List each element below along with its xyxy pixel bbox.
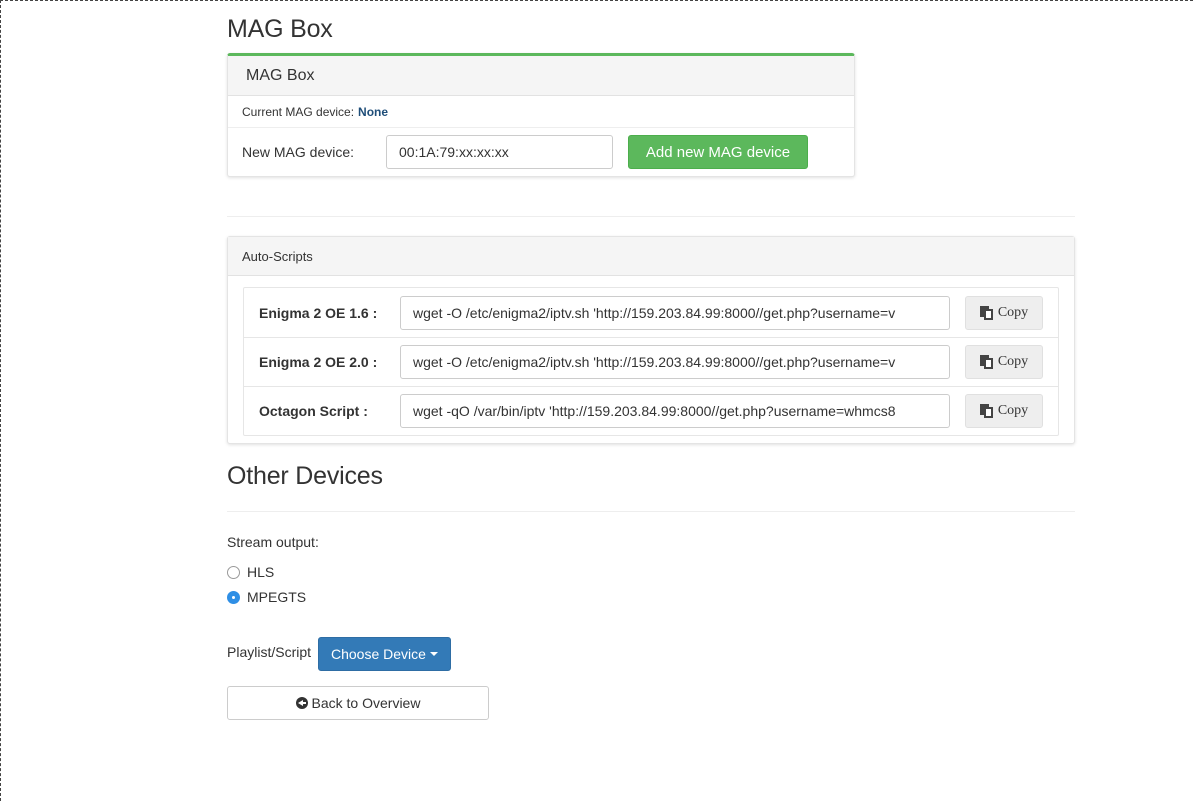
copy-button-octagon[interactable]: Copy [965,394,1043,428]
current-mag-label: Current MAG device: [242,104,355,119]
auto-scripts-heading: Auto-Scripts [228,237,1074,276]
script-input-octagon[interactable]: wget -qO /var/bin/iptv 'http://159.203.8… [400,394,950,428]
choose-device-button[interactable]: Choose Device [318,637,451,671]
script-label-octagon: Octagon Script : [259,403,368,419]
other-devices-title: Other Devices [227,462,383,490]
caret-down-icon [429,652,438,656]
script-input-enigma-16[interactable]: wget -O /etc/enigma2/iptv.sh 'http://159… [400,295,950,330]
section-divider [227,511,1075,512]
mag-panel-heading: MAG Box [228,56,854,96]
radio-option-mpegts[interactable]: MPEGTS [227,589,306,605]
auto-script-row: Enigma 2 OE 1.6 : wget -O /etc/enigma2/i… [244,288,1058,337]
script-input-enigma-20[interactable]: wget -O /etc/enigma2/iptv.sh 'http://159… [400,345,950,379]
copy-icon [979,404,994,418]
copy-icon [979,305,994,320]
choose-device-label: Choose Device [331,646,426,662]
radio-mpegts-label: MPEGTS [247,589,307,605]
radio-option-hls[interactable]: HLS [227,564,274,580]
copy-label: Copy [997,304,1029,320]
arrow-circle-left-icon [295,697,308,709]
new-mag-input[interactable]: 00:1A:79:xx:xx:xx [386,135,613,169]
copy-icon [979,355,994,369]
copy-button-enigma-20[interactable]: Copy [965,345,1043,379]
new-mag-row: New MAG device: 00:1A:79:xx:xx:xx Add ne… [228,128,854,176]
copy-button-enigma-16[interactable]: Copy [965,295,1043,330]
radio-mpegts[interactable] [227,590,240,604]
auto-script-row: Octagon Script : wget -qO /var/bin/iptv … [244,386,1058,435]
copy-label: Copy [997,354,1029,369]
back-to-overview-button[interactable]: Back to Overview [227,686,489,720]
radio-hls[interactable] [227,565,240,579]
section-divider [227,216,1075,217]
current-mag-device: Current MAG device: None [228,96,854,128]
new-mag-label: New MAG device: [242,144,355,160]
copy-label: Copy [997,403,1029,418]
auto-scripts-table: Enigma 2 OE 1.6 : wget -O /etc/enigma2/i… [243,287,1059,436]
script-label-enigma-20: Enigma 2 OE 2.0 : [259,354,378,370]
playlist-script-label: Playlist/Script [227,644,312,660]
stream-output-label: Stream output: [227,534,319,550]
current-mag-value: None [358,104,389,119]
script-label-enigma-16: Enigma 2 OE 1.6 : [259,304,378,321]
back-to-overview-label: Back to Overview [311,695,421,711]
radio-hls-label: HLS [247,564,275,580]
mag-box-panel: MAG Box Current MAG device: None New MAG… [227,53,855,177]
auto-script-row: Enigma 2 OE 2.0 : wget -O /etc/enigma2/i… [244,337,1058,386]
mag-page-title: MAG Box [227,15,333,43]
add-mag-device-button[interactable]: Add new MAG device [628,135,808,169]
auto-scripts-panel: Auto-Scripts Enigma 2 OE 1.6 : wget -O /… [227,236,1075,444]
